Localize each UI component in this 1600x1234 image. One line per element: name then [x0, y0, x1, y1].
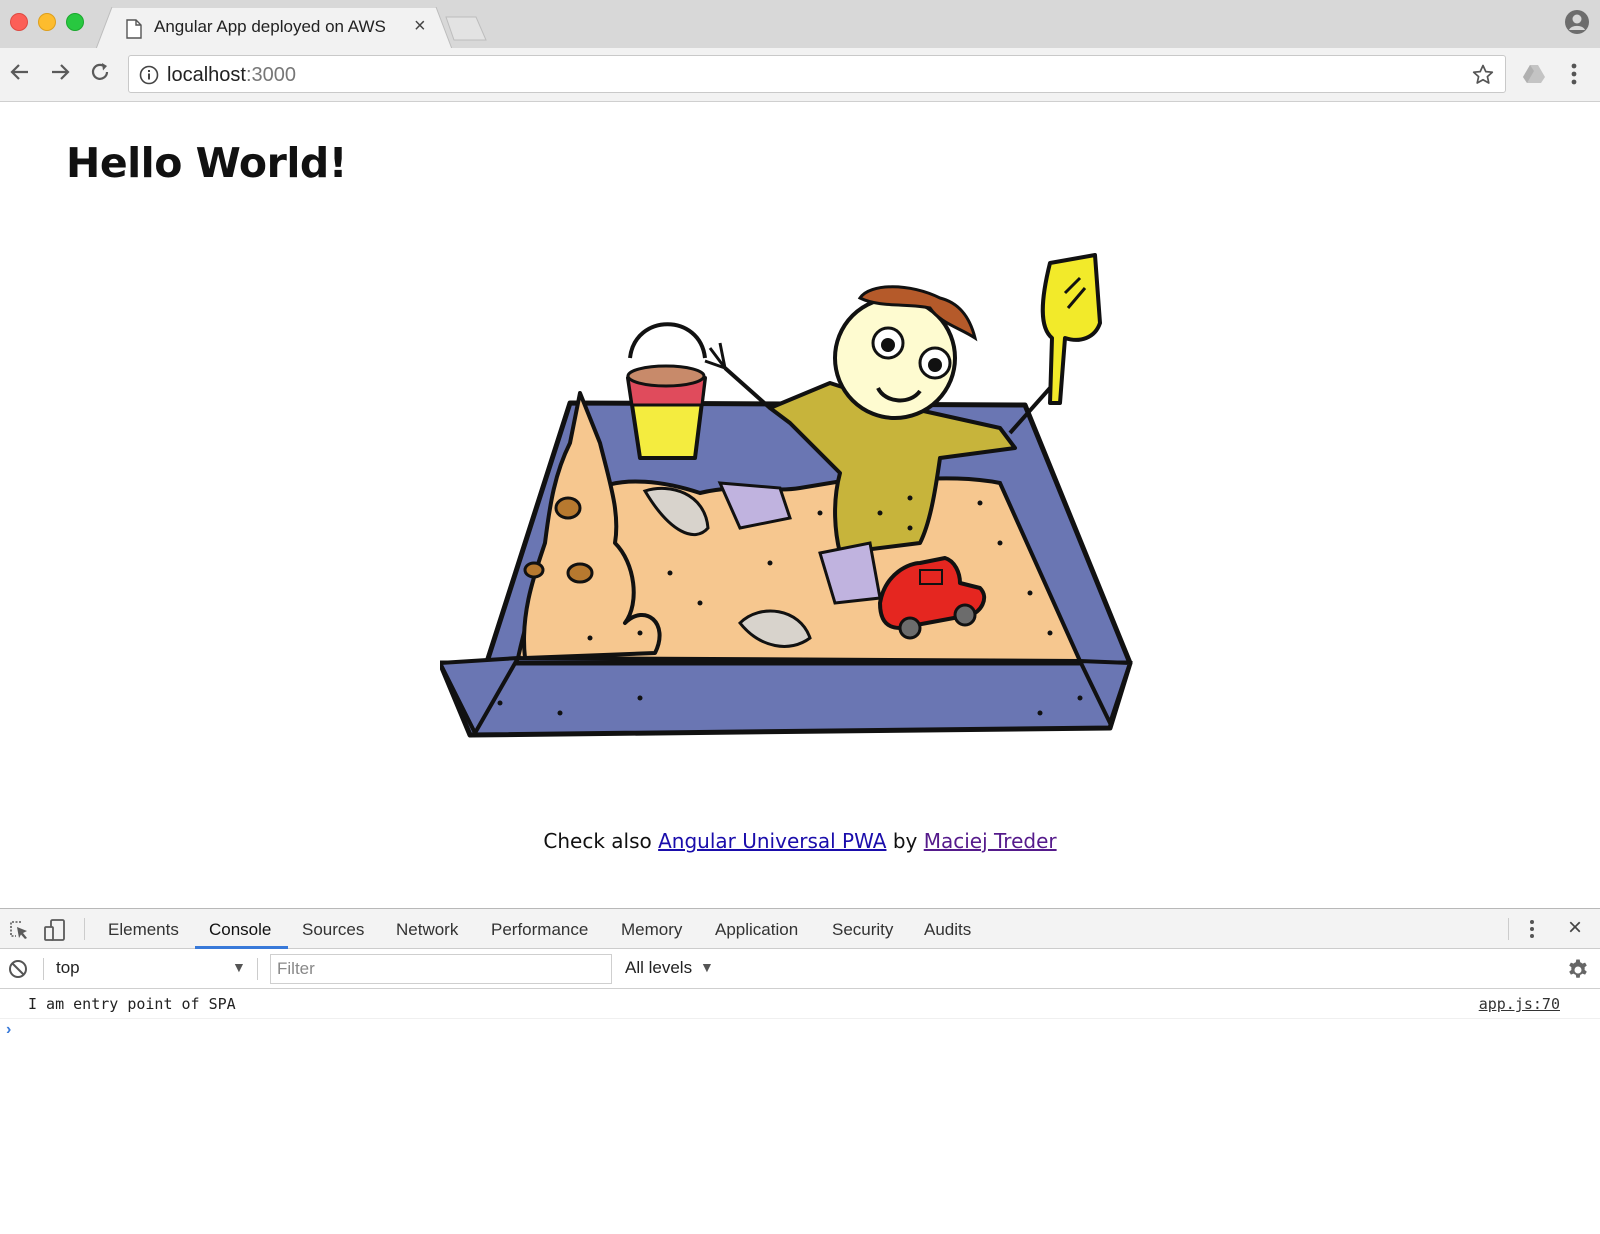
- console-message-source-link[interactable]: app.js:70: [1479, 995, 1560, 1013]
- bookmark-star-icon[interactable]: [1471, 63, 1495, 87]
- author-link[interactable]: Maciej Treder: [924, 829, 1057, 853]
- toolbar-divider: [1508, 918, 1509, 940]
- gear-icon[interactable]: [1566, 958, 1590, 982]
- tab-close-icon[interactable]: ×: [414, 15, 426, 38]
- clear-console-icon[interactable]: [8, 959, 28, 979]
- console-toolbar: top ▼ All levels ▼: [0, 949, 1600, 989]
- tab-elements[interactable]: Elements: [108, 920, 179, 940]
- devtools-tabbar: Elements Console Sources Network Perform…: [0, 909, 1600, 949]
- toolbar-divider: [257, 958, 258, 980]
- context-selector[interactable]: top: [56, 958, 80, 978]
- zoom-window-button[interactable]: [66, 13, 84, 31]
- tab-network[interactable]: Network: [396, 920, 458, 940]
- info-icon[interactable]: [139, 65, 159, 85]
- tab-performance[interactable]: Performance: [491, 920, 588, 940]
- footer-by: by: [886, 829, 924, 853]
- page-viewport: Hello World! Check also Angular Universa…: [0, 103, 1600, 908]
- browser-toolbar: localhost:3000: [0, 48, 1600, 102]
- page-icon: [126, 19, 142, 39]
- footer-credits: Check also Angular Universal PWA by Maci…: [0, 829, 1600, 853]
- profile-icon[interactable]: [1564, 9, 1590, 35]
- chevron-down-icon[interactable]: ▼: [232, 959, 246, 975]
- devtools-menu-icon[interactable]: [1529, 918, 1535, 940]
- reload-icon[interactable]: [88, 60, 112, 84]
- back-arrow-icon[interactable]: [8, 60, 32, 84]
- tab-memory[interactable]: Memory: [621, 920, 682, 940]
- inspect-element-icon[interactable]: [8, 919, 30, 941]
- url-text: localhost:3000: [167, 64, 296, 87]
- tab-console[interactable]: Console: [209, 920, 271, 940]
- page-heading: Hello World!: [66, 139, 347, 187]
- devtools-panel: Elements Console Sources Network Perform…: [0, 908, 1600, 1234]
- tab-audits[interactable]: Audits: [924, 920, 971, 940]
- new-tab-button[interactable]: [445, 15, 487, 41]
- toolbar-divider: [84, 918, 85, 940]
- url-port: :3000: [245, 64, 296, 86]
- tab-title: Angular App deployed on AWS: [154, 17, 412, 37]
- console-message-text: I am entry point of SPA: [28, 995, 236, 1013]
- device-toolbar-icon[interactable]: [44, 919, 66, 941]
- minimize-window-button[interactable]: [38, 13, 56, 31]
- console-filter-input[interactable]: [270, 954, 612, 984]
- forward-arrow-icon[interactable]: [48, 60, 72, 84]
- tab-application[interactable]: Application: [715, 920, 798, 940]
- footer-prefix: Check also: [543, 829, 659, 853]
- drive-extension-icon[interactable]: [1522, 64, 1546, 84]
- close-window-button[interactable]: [10, 13, 28, 31]
- sandbox-illustration: [440, 253, 1133, 738]
- tab-security[interactable]: Security: [832, 920, 893, 940]
- devtools-close-icon[interactable]: ×: [1568, 914, 1582, 942]
- console-message: I am entry point of SPA app.js:70: [0, 991, 1600, 1019]
- browser-tab-active[interactable]: Angular App deployed on AWS ×: [96, 7, 452, 49]
- browser-menu-icon[interactable]: [1570, 61, 1578, 87]
- angular-universal-pwa-link[interactable]: Angular Universal PWA: [658, 829, 886, 853]
- address-bar[interactable]: localhost:3000: [128, 55, 1506, 93]
- log-levels-dropdown[interactable]: All levels: [625, 958, 692, 978]
- browser-titlebar: Angular App deployed on AWS ×: [0, 0, 1600, 49]
- tab-sources[interactable]: Sources: [302, 920, 364, 940]
- console-prompt-chevron-icon[interactable]: ›: [6, 1021, 11, 1039]
- chevron-down-icon[interactable]: ▼: [700, 959, 714, 975]
- url-host: localhost: [167, 64, 246, 86]
- toolbar-divider: [43, 958, 44, 980]
